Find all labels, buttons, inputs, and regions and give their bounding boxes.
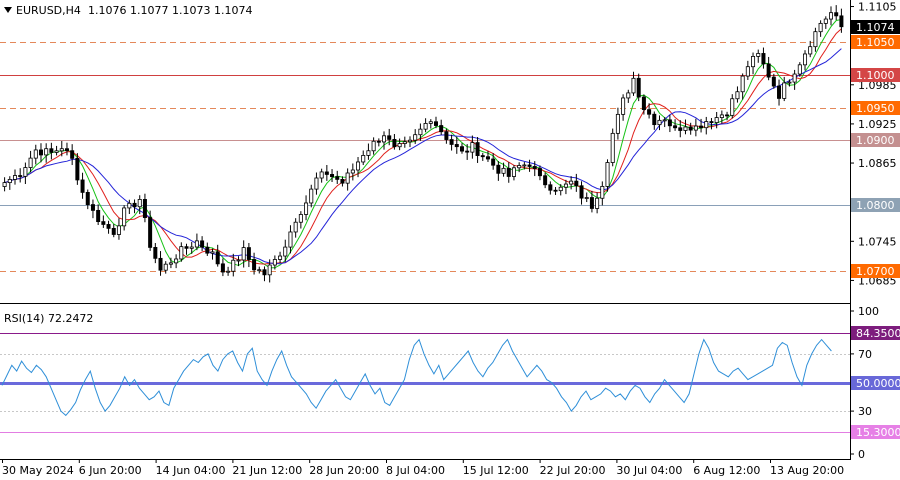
price-tick-label: 1.0925 bbox=[858, 118, 897, 131]
chart-window: 1.11051.09851.09251.08651.07451.0685 1.1… bbox=[0, 0, 900, 477]
time-tick-label: 30 May 2024 bbox=[2, 464, 74, 477]
rsi-pane[interactable]: 100 70 30 0 84.3500 50.0000 15.3000 RSI(14) 7… bbox=[0, 305, 900, 461]
svg-text:1.0800: 1.0800 bbox=[856, 199, 895, 212]
candle bbox=[605, 159, 610, 192]
time-tick-label: 21 Jun 12:00 bbox=[232, 464, 302, 477]
rsi-level-tag: 50.0000 bbox=[851, 376, 900, 390]
rsi-level-tags: 84.3500 50.0000 15.3000 bbox=[851, 326, 900, 439]
price-tick-label: 1.1105 bbox=[858, 1, 897, 14]
svg-text:15.3000: 15.3000 bbox=[856, 426, 900, 439]
price-tick-label: 1.0745 bbox=[858, 235, 897, 248]
time-tick-label: 22 Jul 20:00 bbox=[540, 464, 606, 477]
rsi-tick-label: 0 bbox=[858, 448, 865, 461]
svg-text:50.0000: 50.0000 bbox=[856, 377, 900, 390]
candle bbox=[610, 128, 615, 167]
price-level-tag: 1.1000 bbox=[851, 68, 900, 82]
time-tick-label: 14 Jun 04:00 bbox=[156, 464, 226, 477]
svg-text:1.1050: 1.1050 bbox=[856, 36, 895, 49]
rsi-series bbox=[1, 338, 832, 417]
price-pane[interactable]: 1.11051.09851.09251.08651.07451.0685 1.1… bbox=[0, 0, 900, 300]
price-tick-label: 1.0865 bbox=[858, 157, 897, 170]
svg-text:1.1074: 1.1074 bbox=[856, 21, 895, 34]
svg-text:1.0950: 1.0950 bbox=[856, 102, 895, 115]
price-level-tag: 1.1050 bbox=[851, 35, 900, 49]
price-level-tag: 1.0700 bbox=[851, 264, 900, 278]
time-tick-label: 6 Jun 20:00 bbox=[79, 464, 142, 477]
symbol-label: EURUSD,H4 bbox=[16, 4, 81, 17]
time-tick-label: 30 Jul 04:00 bbox=[616, 464, 682, 477]
price-level-tag: 1.0900 bbox=[851, 133, 900, 147]
ohlc-label: 1.1076 1.1077 1.1073 1.1074 bbox=[88, 4, 252, 17]
time-tick-label: 13 Aug 20:00 bbox=[770, 464, 844, 477]
rsi-tick-label: 30 bbox=[858, 405, 872, 418]
price-level-tag: 1.0950 bbox=[851, 101, 900, 115]
svg-text:1.0900: 1.0900 bbox=[856, 134, 895, 147]
price-plot-area bbox=[0, 0, 850, 300]
svg-text:84.3500: 84.3500 bbox=[856, 327, 900, 340]
svg-text:1.0700: 1.0700 bbox=[856, 265, 895, 278]
rsi-levels bbox=[0, 333, 850, 433]
rsi-title: RSI(14) 72.2472 bbox=[4, 312, 93, 325]
price-level-tag: 1.0800 bbox=[851, 198, 900, 212]
rsi-line bbox=[1, 338, 832, 417]
time-tick-label: 28 Jun 20:00 bbox=[309, 464, 379, 477]
time-tick-label: 6 Aug 12:00 bbox=[693, 464, 760, 477]
rsi-tick-label: 100 bbox=[858, 305, 879, 318]
rsi-level-tag: 84.3500 bbox=[851, 326, 900, 340]
time-axis: 30 May 2024 6 Jun 20:00 14 Jun 04:00 21 Jun… bbox=[2, 459, 844, 477]
time-tick-label: 8 Jul 04:00 bbox=[386, 464, 445, 477]
current-price-tag: 1.1074 bbox=[851, 20, 900, 34]
svg-text:1.1000: 1.1000 bbox=[856, 69, 895, 82]
time-tick-label: 15 Jul 12:00 bbox=[463, 464, 529, 477]
rsi-level-tag: 15.3000 bbox=[851, 425, 900, 439]
rsi-tick-label: 70 bbox=[858, 348, 872, 361]
